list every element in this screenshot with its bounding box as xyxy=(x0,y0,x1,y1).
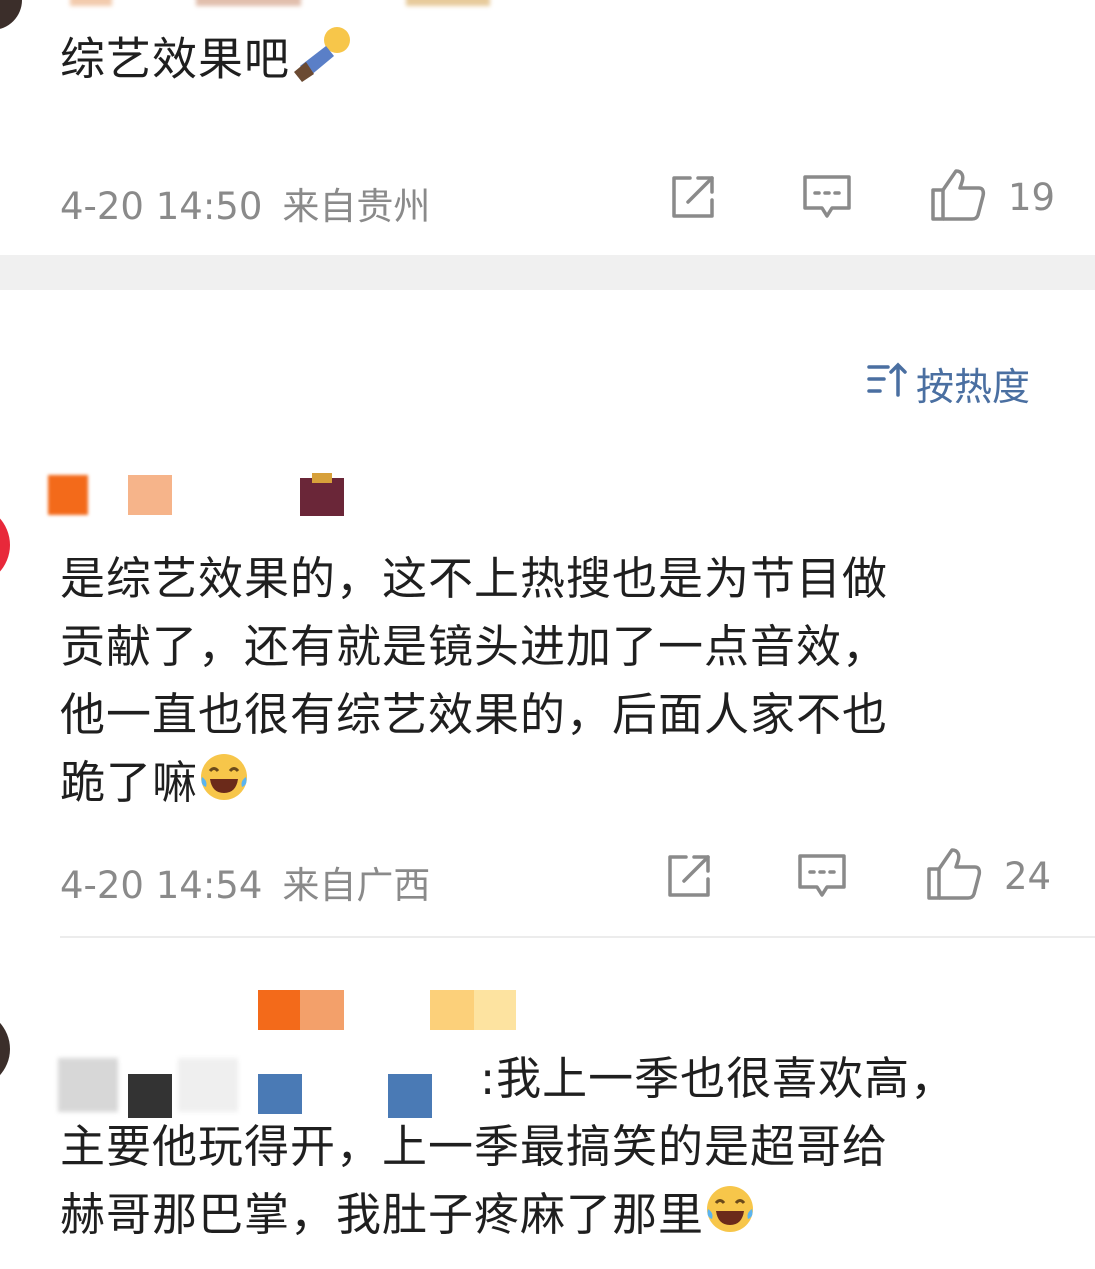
sort-label: 按热度 xyxy=(916,364,1031,409)
comment-meta: 4-20 14:54 来自广西 xyxy=(60,855,430,909)
section-divider xyxy=(0,255,1095,290)
doge-emoji-icon xyxy=(290,22,352,103)
thumbs-up-icon[interactable] xyxy=(926,847,982,905)
comment-text: 综艺效果吧 xyxy=(60,22,352,103)
sort-icon xyxy=(866,359,908,408)
thumbs-up-icon[interactable] xyxy=(930,168,986,226)
badge-blurred xyxy=(300,990,344,1030)
comment-icon[interactable] xyxy=(797,853,847,903)
comment-time: 4-20 14:54 xyxy=(60,864,263,907)
comment-meta: 4-20 14:50 来自贵州 xyxy=(60,176,430,230)
comment-text: 是综艺效果的，这不上热搜也是为节目做 贡献了，还有就是镜头进加了一点音效， 他一… xyxy=(60,545,888,822)
avatar[interactable] xyxy=(0,1010,10,1088)
avatar[interactable] xyxy=(0,0,22,30)
comment-text: :我上一季也很喜欢高， 主要他玩得开，上一季最搞笑的是超哥给 赫哥那巴掌，我肚子… xyxy=(60,1045,956,1254)
share-icon[interactable] xyxy=(664,851,714,905)
username-blurred xyxy=(70,0,490,6)
like-count: 24 xyxy=(1004,855,1052,898)
comment-divider xyxy=(60,936,1095,938)
avatar[interactable] xyxy=(0,505,10,585)
sort-toggle[interactable]: 按热度 xyxy=(866,358,1031,409)
badge-blurred xyxy=(300,478,344,516)
badge-blurred xyxy=(128,475,172,515)
badge-blurred xyxy=(258,990,302,1030)
share-icon[interactable] xyxy=(668,172,718,226)
laughing-tears-emoji-icon xyxy=(704,1183,756,1254)
badge-blurred xyxy=(430,990,474,1030)
comment-location: 来自广西 xyxy=(282,864,431,907)
comment-icon[interactable] xyxy=(802,174,852,224)
like-count: 19 xyxy=(1008,176,1056,219)
laughing-tears-emoji-icon xyxy=(198,751,250,822)
crown-icon xyxy=(312,473,332,483)
badge-blurred xyxy=(474,990,516,1030)
username-blurred xyxy=(48,475,88,515)
comment-location: 来自贵州 xyxy=(282,185,431,228)
comment-time: 4-20 14:50 xyxy=(60,185,263,228)
